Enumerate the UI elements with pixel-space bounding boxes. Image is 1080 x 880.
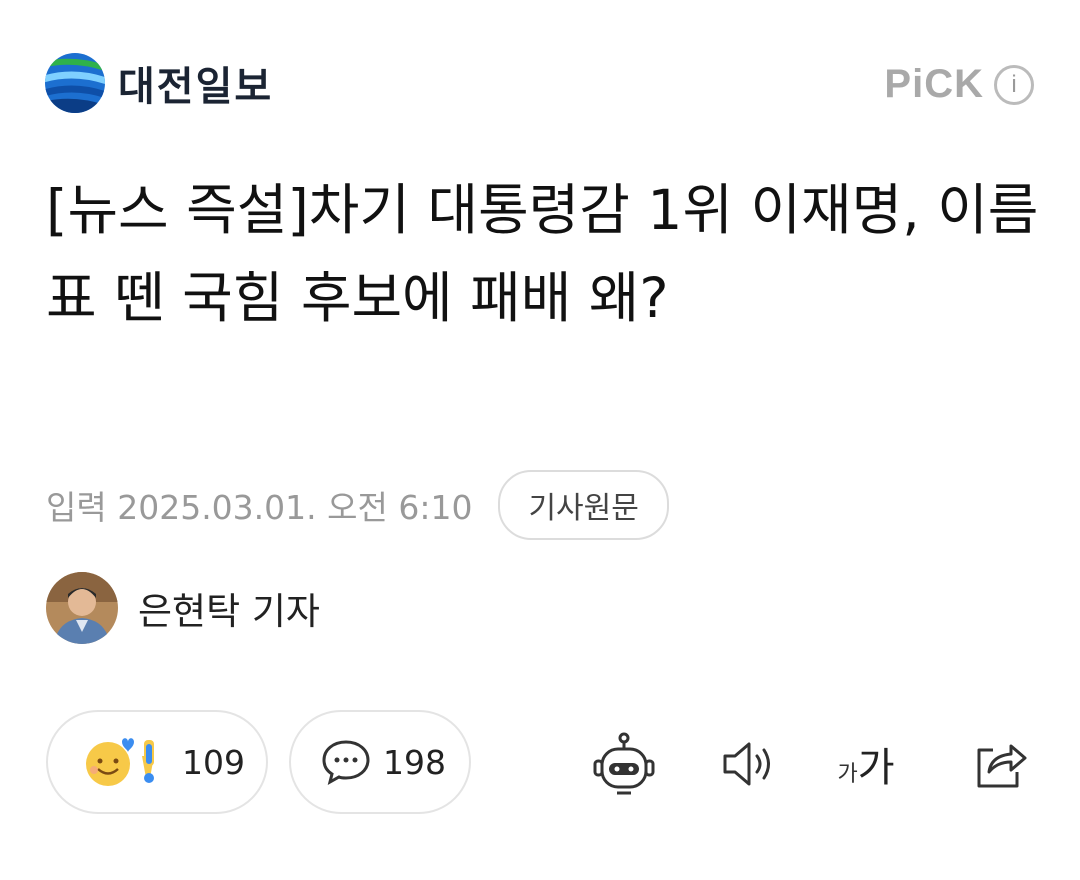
font-size-button[interactable]: 가가 xyxy=(832,730,900,798)
avatar xyxy=(46,572,118,644)
reaction-emoji-icon xyxy=(86,738,154,786)
publisher-name: 대전일보 xyxy=(118,64,274,110)
speaker-icon xyxy=(723,742,770,786)
robot-summary-icon xyxy=(593,732,655,795)
action-bar: 109 198 가가 xyxy=(0,710,1080,820)
font-small-glyph: 가 xyxy=(837,762,858,787)
reaction-count: 109 xyxy=(182,742,245,782)
font-big-glyph: 가 xyxy=(857,745,895,791)
publish-date: 입력 2025.03.01. 오전 6:10 xyxy=(46,488,473,527)
text-to-speech-button[interactable] xyxy=(716,730,784,798)
logo-globe-icon xyxy=(45,53,105,113)
article-headline: [뉴스 즉설]차기 대통령감 1위 이재명, 이름표 뗀 국힘 후보에 패배 왜… xyxy=(46,178,1039,330)
reaction-button[interactable]: 109 xyxy=(46,710,268,814)
pick-badge[interactable]: PiCK i xyxy=(884,62,1034,107)
share-icon xyxy=(977,744,1027,788)
pick-label: PiCK xyxy=(884,62,984,106)
comment-count: 198 xyxy=(383,742,446,782)
info-icon[interactable]: i xyxy=(994,64,1034,105)
speech-bubble-icon xyxy=(322,740,370,785)
comment-button[interactable]: 198 xyxy=(289,710,471,814)
share-button[interactable] xyxy=(966,730,1034,798)
original-article-button[interactable]: 기사원문 xyxy=(498,470,669,540)
publisher-logo[interactable]: 대전일보 xyxy=(44,52,273,114)
ai-summary-button[interactable] xyxy=(590,730,658,798)
font-size-icon: 가가 xyxy=(837,735,894,793)
reporter-name: 은현탁 기자 xyxy=(138,590,320,633)
header: 대전일보 PiCK i xyxy=(0,0,1080,150)
reporter[interactable]: 은현탁 기자 xyxy=(46,572,320,644)
article-meta: 입력 2025.03.01. 오전 6:10 기사원문 xyxy=(46,470,669,540)
